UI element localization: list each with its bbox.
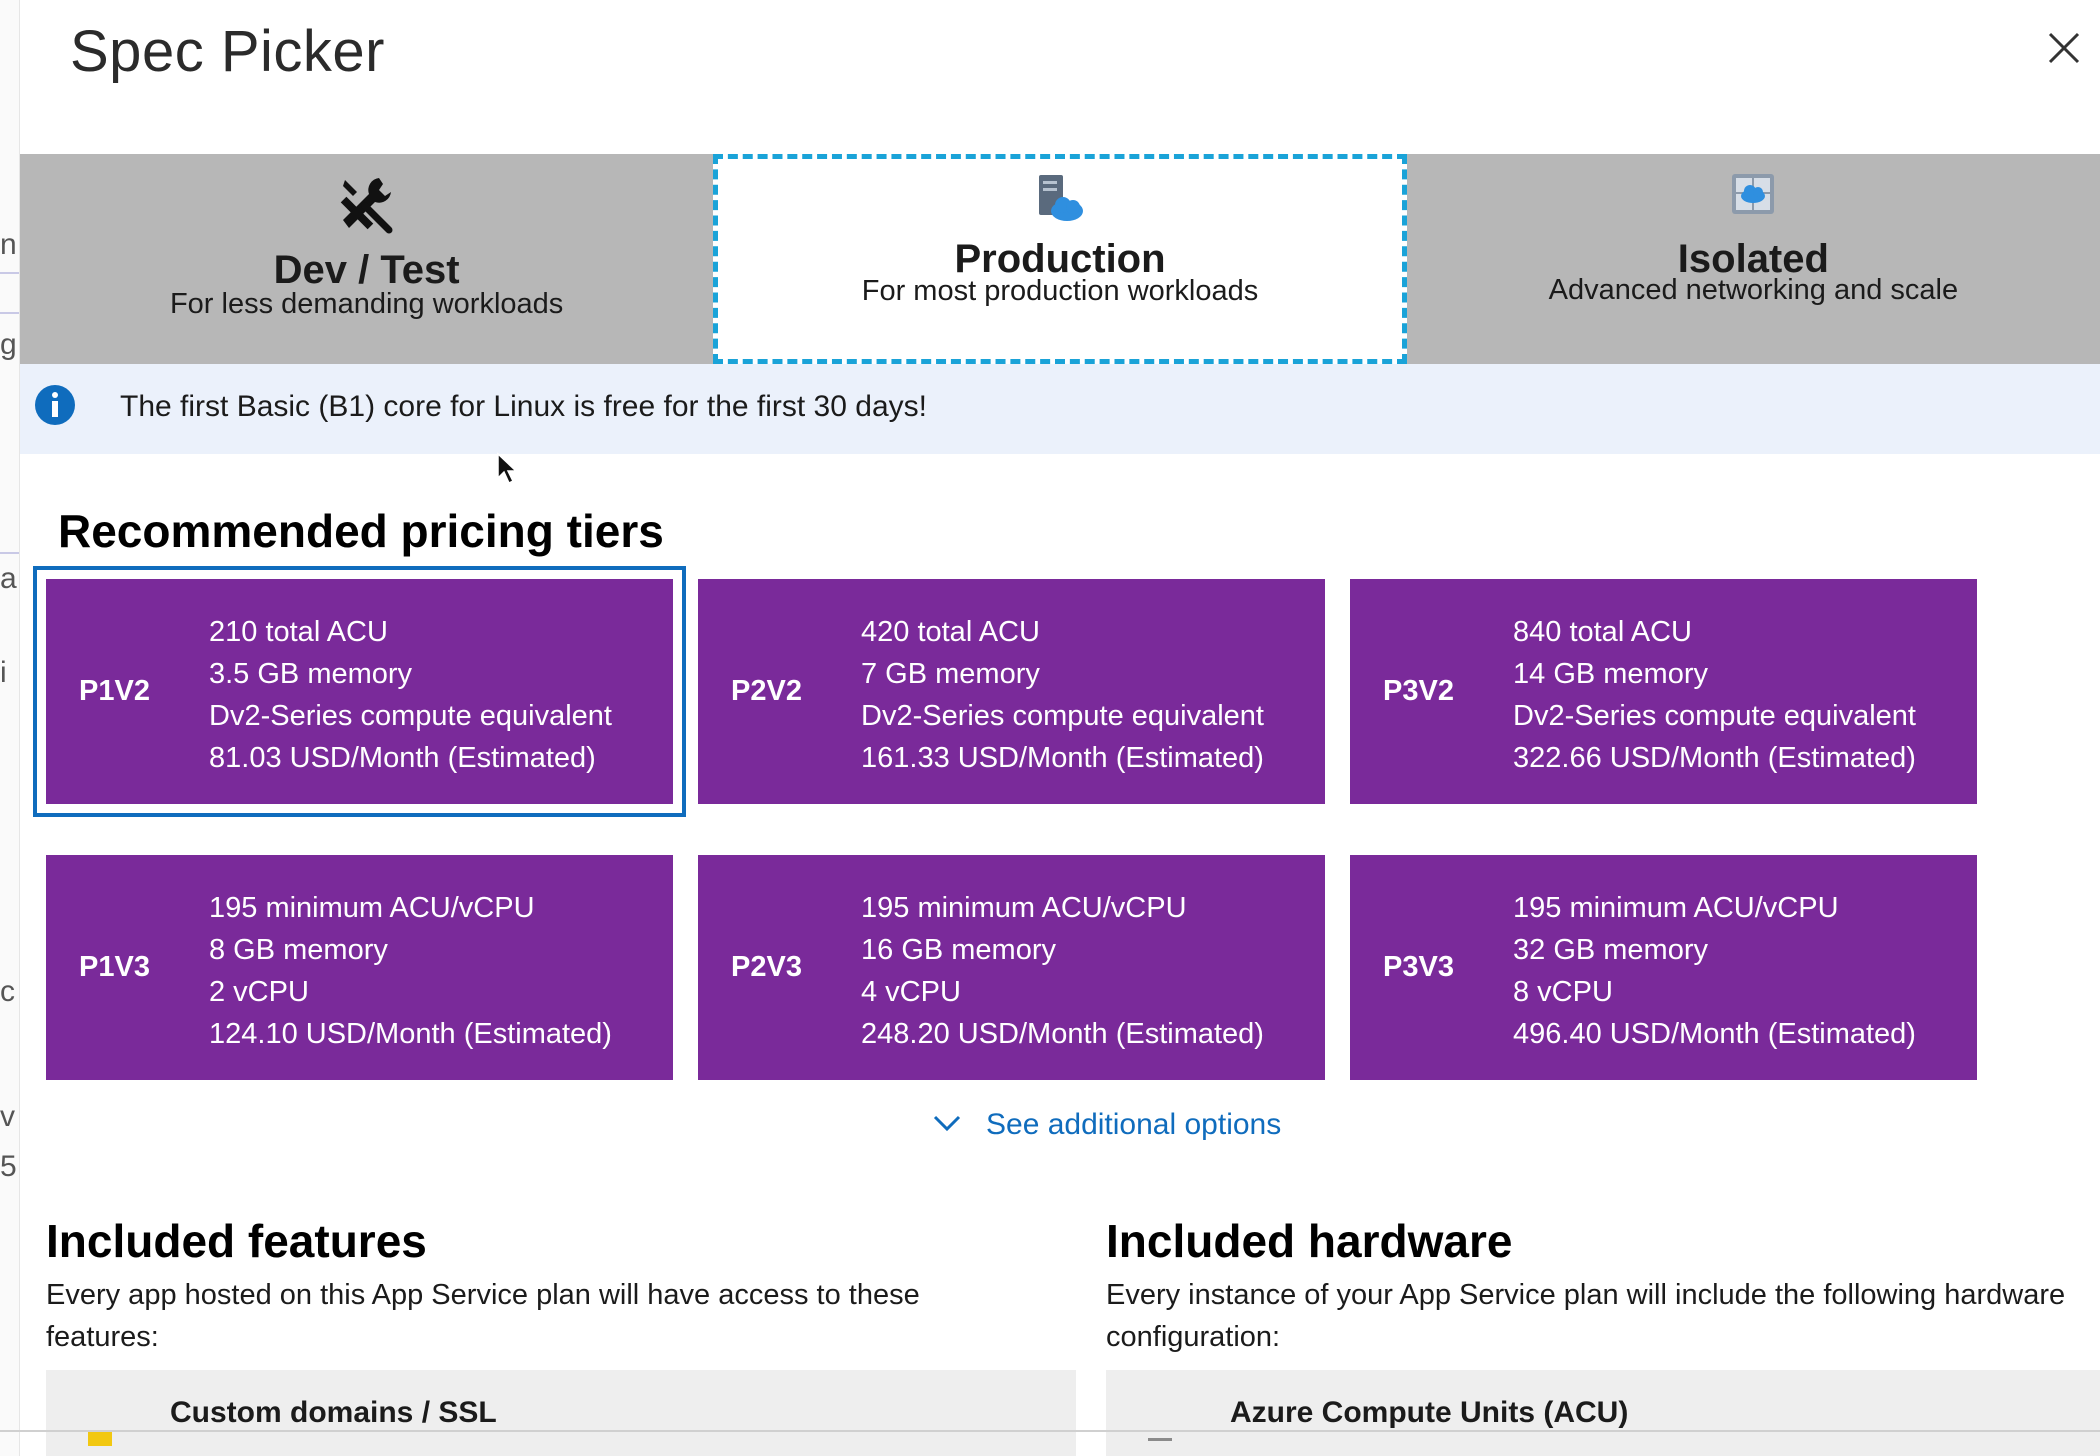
tier-specs: 840 total ACU 14 GB memory Dv2-Series co… (1513, 611, 1916, 779)
tools-icon (340, 178, 393, 234)
isolated-cloud-icon (1732, 174, 1775, 214)
server-cloud-icon (1039, 175, 1083, 221)
tier-spec-vcpu: 8 vCPU (1513, 976, 1613, 1008)
tier-spec-acu: 840 total ACU (1513, 616, 1692, 648)
included-hardware-description: Every instance of your App Service plan … (1106, 1279, 2066, 1353)
bottom-divider (0, 1430, 2100, 1432)
tier-spec-price: 248.20 USD/Month (Estimated) (861, 1018, 1264, 1050)
tier-card-p3v2[interactable]: P3V2 840 total ACU 14 GB memory Dv2-Seri… (1350, 579, 1977, 804)
recommended-heading: Recommended pricing tiers (58, 505, 664, 557)
tier-name: P2V3 (731, 951, 802, 983)
see-additional-options-label: See additional options (986, 1108, 1282, 1141)
included-hardware-heading: Included hardware (1106, 1215, 1513, 1267)
tier-specs: 195 minimum ACU/vCPU 32 GB memory 8 vCPU… (1513, 887, 1916, 1055)
tier-name: P1V2 (79, 675, 150, 707)
tier-spec-memory: 16 GB memory (861, 934, 1056, 966)
tier-spec-vcpu: 4 vCPU (861, 976, 961, 1008)
tier-spec-acu: 195 minimum ACU/vCPU (861, 892, 1187, 924)
included-features-description: Every app hosted on this App Service pla… (46, 1279, 920, 1353)
tab-dev-test-name: Dev / Test (273, 248, 460, 292)
tab-isolated[interactable]: Isolated Advanced networking and scale (1407, 154, 2100, 364)
tab-production-description: For most production workloads (861, 275, 1259, 307)
tier-specs: 195 minimum ACU/vCPU 16 GB memory 4 vCPU… (861, 887, 1264, 1055)
close-button[interactable] (2044, 28, 2100, 84)
tier-spec-compute: Dv2-Series compute equivalent (1513, 700, 1916, 732)
tier-spec-acu: 420 total ACU (861, 616, 1040, 648)
tier-spec-acu: 195 minimum ACU/vCPU (1513, 892, 1839, 924)
certificate-icon (88, 1432, 112, 1446)
tier-spec-acu: 210 total ACU (209, 616, 388, 648)
tier-spec-memory: 14 GB memory (1513, 658, 1708, 690)
dialog-title: Spec Picker (70, 19, 385, 84)
tier-spec-memory: 7 GB memory (861, 658, 1040, 690)
spec-picker-panel: Spec Picker Dev / Test For less demandin… (20, 0, 2100, 1456)
info-banner: The first Basic (B1) core for Linux is f… (20, 364, 2100, 454)
tab-dev-test[interactable]: Dev / Test For less demanding workloads (20, 154, 713, 364)
tab-production[interactable]: Production For most production workloads (713, 154, 1407, 364)
tier-spec-memory: 8 GB memory (209, 934, 388, 966)
tier-spec-compute: Dv2-Series compute equivalent (209, 700, 612, 732)
tier-name: P3V2 (1383, 675, 1454, 707)
hardware-item-acu[interactable]: Azure Compute Units (ACU) (1106, 1370, 2100, 1456)
tier-spec-vcpu: 2 vCPU (209, 976, 309, 1008)
tier-card-p3v3[interactable]: P3V3 195 minimum ACU/vCPU 32 GB memory 8… (1350, 855, 1977, 1080)
tier-spec-compute: Dv2-Series compute equivalent (861, 700, 1264, 732)
tier-card-p2v2[interactable]: P2V2 420 total ACU 7 GB memory Dv2-Serie… (698, 579, 1325, 804)
tier-name: P2V2 (731, 675, 802, 707)
compute-icon (1148, 1438, 1172, 1441)
tier-name: P1V3 (79, 951, 150, 983)
tier-card-p1v3[interactable]: P1V3 195 minimum ACU/vCPU 8 GB memory 2 … (46, 855, 673, 1080)
chevron-down-icon (933, 1115, 961, 1132)
hardware-item-label: Azure Compute Units (ACU) (1230, 1396, 1629, 1429)
tier-card-p2v3[interactable]: P2V3 195 minimum ACU/vCPU 16 GB memory 4… (698, 855, 1325, 1080)
banner-message: The first Basic (B1) core for Linux is f… (120, 390, 927, 423)
included-features-heading: Included features (46, 1215, 427, 1267)
tier-spec-acu: 195 minimum ACU/vCPU (209, 892, 535, 924)
tier-card-p1v2[interactable]: P1V2 210 total ACU 3.5 GB memory Dv2-Ser… (33, 566, 686, 817)
tier-spec-price: 496.40 USD/Month (Estimated) (1513, 1018, 1916, 1050)
tier-name: P3V3 (1383, 951, 1454, 983)
tier-spec-memory: 32 GB memory (1513, 934, 1708, 966)
tier-specs: 195 minimum ACU/vCPU 8 GB memory 2 vCPU … (209, 887, 612, 1055)
tier-spec-memory: 3.5 GB memory (209, 658, 413, 690)
tier-spec-price: 124.10 USD/Month (Estimated) (209, 1018, 612, 1050)
tier-spec-price: 81.03 USD/Month (Estimated) (209, 742, 596, 774)
tier-spec-price: 161.33 USD/Month (Estimated) (861, 742, 1264, 774)
tier-specs: 210 total ACU 3.5 GB memory Dv2-Series c… (209, 611, 612, 779)
tier-specs: 420 total ACU 7 GB memory Dv2-Series com… (861, 611, 1264, 779)
tab-dev-test-description: For less demanding workloads (169, 288, 564, 320)
close-icon (2048, 32, 2080, 64)
feature-item-label: Custom domains / SSL (170, 1396, 497, 1429)
info-icon (35, 385, 75, 425)
tier-spec-price: 322.66 USD/Month (Estimated) (1513, 742, 1916, 774)
mouse-cursor-icon (497, 452, 518, 485)
category-tabs: Dev / Test For less demanding workloads … (20, 154, 2100, 364)
background-page-edge: n g a i c v 5 (0, 0, 20, 1456)
tab-isolated-description: Advanced networking and scale (1548, 274, 1959, 306)
feature-item-custom-domains[interactable]: Custom domains / SSL (46, 1370, 1076, 1456)
